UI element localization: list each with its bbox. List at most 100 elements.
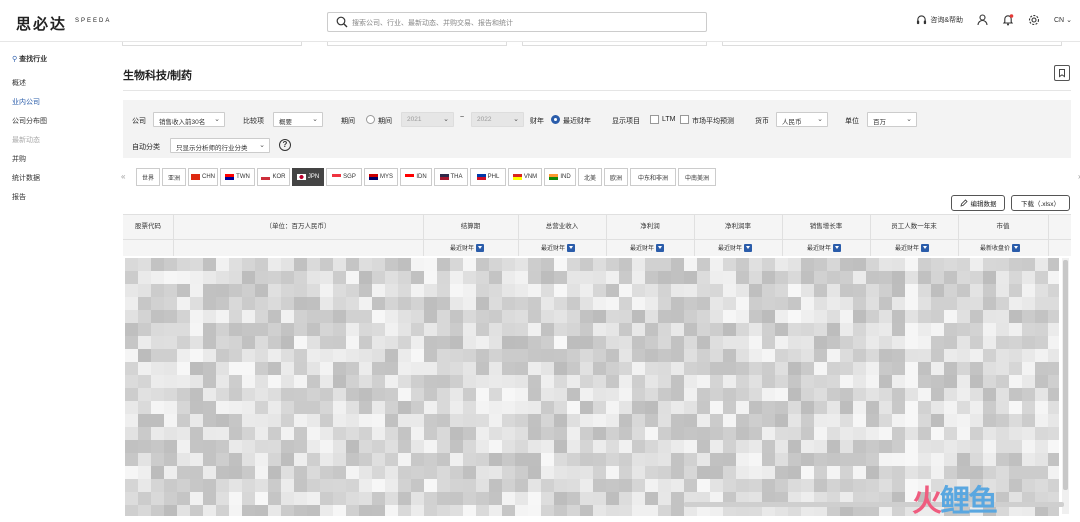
bell-icon[interactable] [1002, 14, 1014, 26]
search-placeholder: 搜索公司、行业、最新动态、并购交易、报告和统计 [352, 20, 513, 27]
region-tab-SGP[interactable]: SGP [326, 168, 362, 186]
bookmark-button[interactable] [1054, 65, 1070, 81]
region-tab-中东和非洲[interactable]: 中东和非洲 [630, 168, 676, 186]
column-divider [1048, 214, 1049, 256]
edit-data-button[interactable]: 编辑数据 [951, 195, 1005, 211]
region-tab-欧洲[interactable]: 欧洲 [604, 168, 628, 186]
chevron-down-icon: ⌄ [906, 116, 912, 123]
column-header-net-income[interactable]: 净利润 [606, 220, 694, 230]
sidebar-item-overview[interactable]: 概述 [12, 78, 26, 88]
sidebar-search[interactable]: ⚲ 查找行业 [12, 54, 47, 64]
watermark: 火鲤鱼 [912, 476, 998, 520]
column-header-ticker[interactable]: 股票代码 [123, 220, 173, 230]
subheader-cell[interactable]: 最新收盘价 [980, 243, 1021, 252]
column-header-market-cap[interactable]: 市值 [958, 220, 1048, 230]
period-option-label: 期间 [378, 118, 392, 125]
language-selector[interactable]: CN ⌄ [1054, 16, 1072, 25]
region-tab-亚洲[interactable]: 亚洲 [162, 168, 186, 186]
column-divider [173, 214, 174, 256]
subheader-cell[interactable]: 最近财年 [895, 243, 930, 252]
column-header-revenue[interactable]: 总营业收入 [518, 220, 606, 230]
watermark-part2: 鲤鱼 [940, 485, 998, 518]
sidebar-item-company-map[interactable]: 公司分布图 [12, 116, 47, 126]
region-tab-KOR[interactable]: KOR [257, 168, 290, 186]
header-tab-remnants [122, 42, 1072, 47]
chevron-down-icon: ⌄ [817, 116, 823, 123]
edit-data-label: 编辑数据 [970, 201, 997, 208]
region-tab-label: SGP [343, 174, 356, 180]
region-tab-JPN[interactable]: JPN [292, 168, 324, 186]
region-tab-label: KOR [272, 174, 286, 180]
column-header-sales-growth[interactable]: 销售增长率 [782, 220, 870, 230]
gear-icon[interactable] [1028, 14, 1040, 26]
region-tab-label: IDN [416, 174, 427, 180]
period-radio[interactable] [366, 115, 375, 124]
recent-fy-radio[interactable] [551, 115, 560, 124]
main-content: 生物科技/制药 公司 销售收入前30名 ⌄ 比较项 概要 ⌄ 期间 期间 202… [104, 42, 1080, 522]
compare-select[interactable]: 概要 ⌄ [273, 112, 323, 127]
column-header-fiscal-period[interactable]: 结算期 [423, 220, 518, 230]
help-icon[interactable]: ? [279, 139, 291, 151]
region-tab-CHN[interactable]: CHN [188, 168, 218, 186]
column-divider [958, 214, 959, 256]
download-icon[interactable] [744, 243, 753, 252]
company-table: 股票代码 （单位：百万人民币） 结算期 总营业收入 净利润 净利润率 销售增长率… [123, 214, 1071, 516]
subheader-label: 最近财年 [630, 246, 655, 252]
download-icon[interactable] [833, 243, 842, 252]
sidebar-item-reports[interactable]: 报告 [12, 192, 26, 202]
subheader-cell[interactable]: 最近财年 [718, 243, 753, 252]
column-divider [606, 214, 607, 256]
subheader-cell[interactable]: 最近财年 [450, 243, 485, 252]
download-icon[interactable] [656, 243, 665, 252]
consensus-checkbox[interactable] [680, 115, 689, 124]
auto-class-label: 自动分类 [132, 144, 160, 151]
help-link[interactable]: 咨询&帮助 [916, 14, 963, 26]
currency-select[interactable]: 人民币 ⌄ [776, 112, 828, 127]
scroll-left-icon[interactable]: « [121, 172, 125, 181]
sidebar-item-news[interactable]: 最新动态 [12, 135, 40, 145]
region-tab-label: TWN [236, 174, 250, 180]
region-tab-PHL[interactable]: PHL [470, 168, 506, 186]
download-xlsx-button[interactable]: 下载（.xlsx） [1011, 195, 1070, 211]
subheader-cell[interactable]: 最近财年 [541, 243, 576, 252]
compare-select-value: 概要 [279, 119, 292, 126]
ltm-label: LTM [662, 116, 676, 123]
region-tab-THA[interactable]: THA [434, 168, 468, 186]
region-tab-label: PHL [487, 174, 500, 180]
column-header-employees[interactable]: 员工人数一年末 [870, 220, 958, 230]
user-icon[interactable] [977, 14, 988, 26]
region-tab-MYS[interactable]: MYS [364, 168, 398, 186]
logo[interactable]: 思必达 [16, 13, 67, 34]
download-icon[interactable] [476, 243, 485, 252]
download-icon[interactable] [921, 243, 930, 252]
company-select[interactable]: 销售收入前30名 ⌄ [153, 112, 225, 127]
download-icon[interactable] [567, 243, 576, 252]
period-to-select[interactable]: 2022 ⌄ [471, 112, 524, 127]
sidebar-item-statistics[interactable]: 统计数据 [12, 173, 40, 183]
bookmark-icon [1059, 69, 1065, 78]
subheader-cell[interactable]: 最近财年 [807, 243, 842, 252]
subheader-cell[interactable]: 最近财年 [630, 243, 665, 252]
sidebar-item-ma[interactable]: 并购 [12, 154, 26, 164]
sidebar-item-companies[interactable]: 业内公司 [12, 97, 40, 107]
region-tab-中南美洲[interactable]: 中南美洲 [678, 168, 716, 186]
horizontal-scrollbar[interactable] [684, 502, 1064, 507]
scrollbar-thumb[interactable] [1063, 260, 1068, 490]
download-icon[interactable] [1012, 243, 1021, 252]
region-tab-北美[interactable]: 北美 [578, 168, 602, 186]
search-input[interactable]: 搜索公司、行业、最新动态、并购交易、报告和统计 [327, 12, 707, 32]
unit-select-value: 百万 [873, 119, 886, 126]
unit-select[interactable]: 百万 ⌄ [867, 112, 917, 127]
auto-class-select[interactable]: 只显示分析师的行业分类 ⌄ [170, 138, 270, 153]
region-tab-世界[interactable]: 世界 [136, 168, 160, 186]
column-header-net-margin[interactable]: 净利润率 [694, 220, 782, 230]
ltm-checkbox[interactable] [650, 115, 659, 124]
region-tab-IND[interactable]: IND [544, 168, 576, 186]
period-from-select[interactable]: 2021 ⌄ [401, 112, 454, 127]
auto-class-select-value: 只显示分析师的行业分类 [176, 145, 248, 152]
region-tab-IDN[interactable]: IDN [400, 168, 432, 186]
vertical-scrollbar[interactable] [1062, 258, 1069, 514]
currency-select-value: 人民币 [782, 119, 802, 126]
region-tab-TWN[interactable]: TWN [220, 168, 255, 186]
region-tab-VNM[interactable]: VNM [508, 168, 542, 186]
